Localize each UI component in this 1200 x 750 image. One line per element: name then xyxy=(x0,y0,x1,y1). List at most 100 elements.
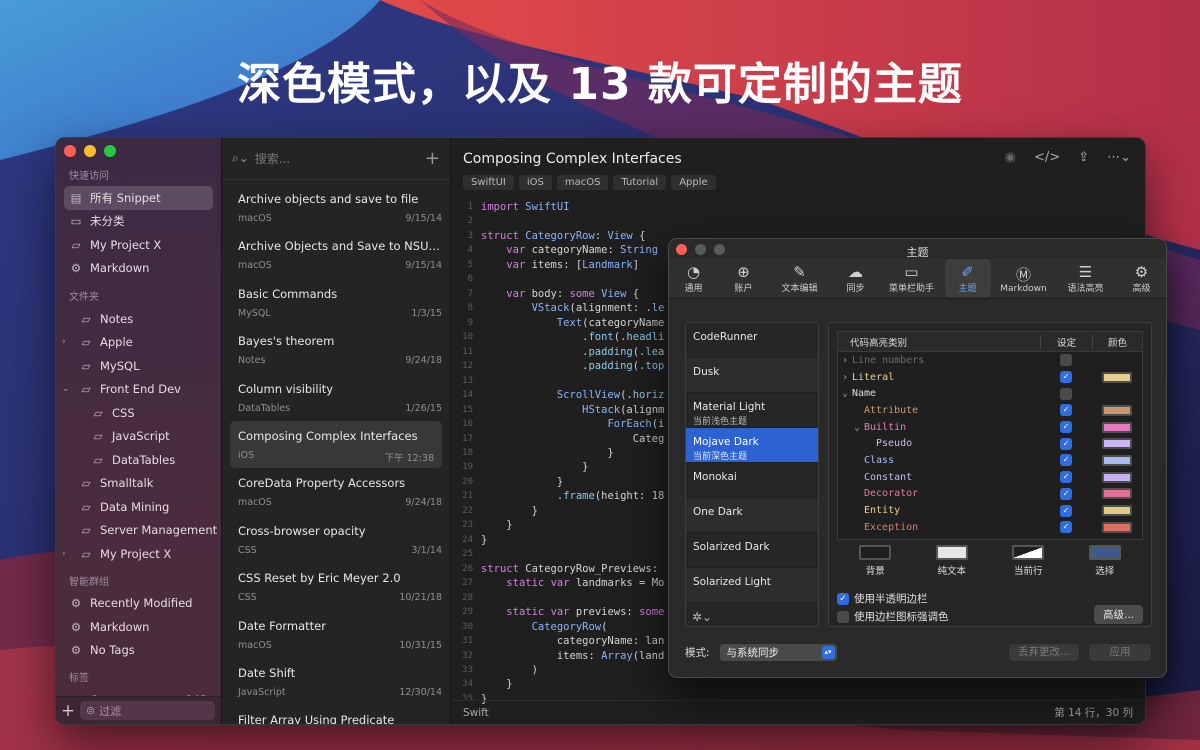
highlight-row[interactable]: Attribute ✓ xyxy=(838,402,1142,419)
sidebar-item[interactable]: ▱ DataTables xyxy=(56,448,221,472)
highlight-row[interactable]: Decorator ✓ xyxy=(838,486,1142,503)
category-checkbox[interactable]: ✓ xyxy=(1060,487,1072,500)
revert-button[interactable]: 丢弃更改... xyxy=(1009,644,1079,661)
close-button[interactable] xyxy=(64,145,76,157)
highlight-row[interactable]: Pseudo ✓ xyxy=(838,435,1142,452)
sidebar-item[interactable]: ▱ Server Management xyxy=(56,519,221,543)
chevron-icon[interactable]: ⌄ xyxy=(842,388,852,399)
sidebar-item[interactable]: ▤ 所有 Snippet xyxy=(64,186,213,210)
sidebar-item[interactable]: ▱ JavaScript xyxy=(56,425,221,449)
base-swatch[interactable]: 当前行 xyxy=(998,545,1058,579)
chevron-icon[interactable]: ⌄ xyxy=(854,422,864,433)
color-swatch[interactable] xyxy=(1102,454,1132,466)
theme-item[interactable]: Mojave Dark 当前深色主题 xyxy=(686,428,818,463)
share-icon[interactable]: ⇪ xyxy=(1078,150,1089,165)
category-checkbox[interactable]: ✓ xyxy=(1060,437,1072,450)
highlight-row[interactable]: Exception ✓ xyxy=(838,519,1142,536)
pref-tab[interactable]: ☁ 同步 xyxy=(833,259,879,297)
minimize-button[interactable] xyxy=(84,145,96,157)
sidebar-item[interactable]: ▱ CSS xyxy=(56,401,221,425)
base-swatch[interactable]: 选择 xyxy=(1075,545,1135,579)
category-checkbox[interactable]: ✓ xyxy=(1060,471,1072,484)
list-item[interactable]: Composing Complex Interfaces iOS 下午 12:38 xyxy=(230,420,442,469)
pref-tab[interactable]: ⚙ 高级 xyxy=(1119,259,1165,297)
pref-tab[interactable]: ☰ 语法高亮 xyxy=(1057,259,1115,297)
theme-item[interactable]: CodeRunner xyxy=(686,323,818,358)
highlight-row[interactable]: ⌄ Name xyxy=(838,385,1142,402)
swatch-box[interactable] xyxy=(1012,545,1045,560)
sidebar-item[interactable]: ▱ Notes xyxy=(56,307,221,331)
chevron-icon[interactable]: ⌄ xyxy=(62,384,70,394)
sidebar-item[interactable]: ⚙ Recently Modified xyxy=(56,592,221,616)
add-snippet-button[interactable]: + xyxy=(425,148,440,169)
color-swatch[interactable] xyxy=(1102,421,1132,433)
list-item[interactable]: Filter Array Using Predicate xyxy=(222,705,450,724)
accent-checkbox[interactable] xyxy=(837,610,849,623)
highlight-row[interactable]: ⌄ Builtin ✓ xyxy=(838,419,1142,436)
eye-icon[interactable]: ◉ xyxy=(1005,150,1016,165)
color-swatch[interactable] xyxy=(1102,471,1132,483)
chevron-icon[interactable]: › xyxy=(62,337,66,347)
highlight-row[interactable]: Entity ✓ xyxy=(838,502,1142,519)
sidebar-item[interactable]: ⚙ Markdown xyxy=(56,615,221,639)
theme-item[interactable]: One Dark xyxy=(686,498,818,533)
category-checkbox[interactable] xyxy=(1060,387,1072,400)
sidebar-item[interactable]: ⚙ Markdown xyxy=(56,257,221,281)
pref-tab[interactable]: ◔ 通用 xyxy=(671,259,717,297)
theme-item[interactable]: Solarized Light xyxy=(686,568,818,603)
category-checkbox[interactable]: ✓ xyxy=(1060,421,1072,434)
swatch-box[interactable] xyxy=(859,545,892,560)
sidebar-item[interactable]: › ▱ My Project X xyxy=(56,542,221,566)
filter-field[interactable]: ⊜ 过滤 xyxy=(80,701,215,720)
highlight-row[interactable]: › Literal ✓ xyxy=(838,369,1142,386)
tag-chip[interactable]: Apple xyxy=(671,175,716,190)
tag-chip[interactable]: Tutorial xyxy=(613,175,667,190)
category-checkbox[interactable]: ✓ xyxy=(1060,454,1072,467)
code-editor[interactable]: 1 import SwiftUI 2 3 struct CategoryRow: Vie… xyxy=(451,200,664,706)
category-checkbox[interactable] xyxy=(1060,354,1072,367)
zoom-button[interactable] xyxy=(104,145,116,157)
category-checkbox[interactable]: ✓ xyxy=(1060,371,1072,384)
sidebar-item[interactable]: ▱ My Project X xyxy=(56,233,221,257)
pref-tab[interactable]: ✐ 主题 xyxy=(944,259,991,297)
category-checkbox[interactable]: ✓ xyxy=(1060,404,1072,417)
list-item[interactable]: Date Formatter macOS 10/31/15 xyxy=(222,611,450,658)
color-swatch[interactable] xyxy=(1102,505,1132,517)
highlight-row[interactable]: Class ✓ xyxy=(838,452,1142,469)
list-item[interactable]: CoreData Property Accessors macOS 9/24/18 xyxy=(222,468,450,515)
list-item[interactable]: Cross-browser opacity CSS 3/1/14 xyxy=(222,516,450,563)
tag-chip[interactable]: SwiftUI xyxy=(463,175,514,190)
sidebar-item[interactable]: ⚙ No Tags xyxy=(56,639,221,663)
list-item[interactable]: Basic Commands MySQL 1/3/15 xyxy=(222,279,450,326)
color-swatch[interactable] xyxy=(1102,371,1132,383)
chevron-icon[interactable]: › xyxy=(842,355,852,366)
sidebar-item[interactable]: › ▱ Apple xyxy=(56,331,221,355)
color-swatch[interactable] xyxy=(1102,438,1132,450)
search-icon[interactable]: ⌕⌄ xyxy=(232,151,249,166)
translucent-checkbox[interactable]: ✓ xyxy=(837,592,849,605)
base-swatch[interactable]: 背景 xyxy=(845,545,905,579)
chevron-icon[interactable]: › xyxy=(842,372,852,383)
theme-item[interactable]: Dusk xyxy=(686,358,818,393)
swatch-box[interactable] xyxy=(935,545,968,560)
base-swatch[interactable]: 纯文本 xyxy=(922,545,982,579)
list-item[interactable]: Archive Objects and Save to NSUser... mac… xyxy=(222,231,450,278)
chevron-icon[interactable]: › xyxy=(62,549,66,559)
theme-item[interactable]: Material Light 当前浅色主题 xyxy=(686,393,818,428)
search-input[interactable]: 搜索... xyxy=(255,150,419,167)
language-label[interactable]: Swift xyxy=(463,707,489,719)
sidebar-item[interactable]: ▱ Data Mining xyxy=(56,495,221,519)
snippet-title[interactable]: Composing Complex Interfaces xyxy=(463,151,682,167)
category-checkbox[interactable]: ✓ xyxy=(1060,521,1072,534)
advanced-button[interactable]: 高级... xyxy=(1093,605,1143,624)
highlight-row[interactable]: › Line numbers xyxy=(838,352,1142,369)
mode-select[interactable]: 与系统同步 ▴▾ xyxy=(719,644,837,661)
theme-item[interactable]: Solarized Dark xyxy=(686,533,818,568)
color-swatch[interactable] xyxy=(1102,488,1132,500)
theme-gear-icon[interactable]: ✲⌄ xyxy=(692,610,712,624)
add-folder-button[interactable]: + xyxy=(56,701,80,721)
pref-tab[interactable]: ⊕ 账户 xyxy=(721,259,767,297)
pref-tab[interactable]: Ⓜ Markdown xyxy=(995,259,1053,297)
accent-option[interactable]: 使用边栏图标强调色 xyxy=(837,609,949,624)
theme-item[interactable]: Monokai xyxy=(686,463,818,498)
